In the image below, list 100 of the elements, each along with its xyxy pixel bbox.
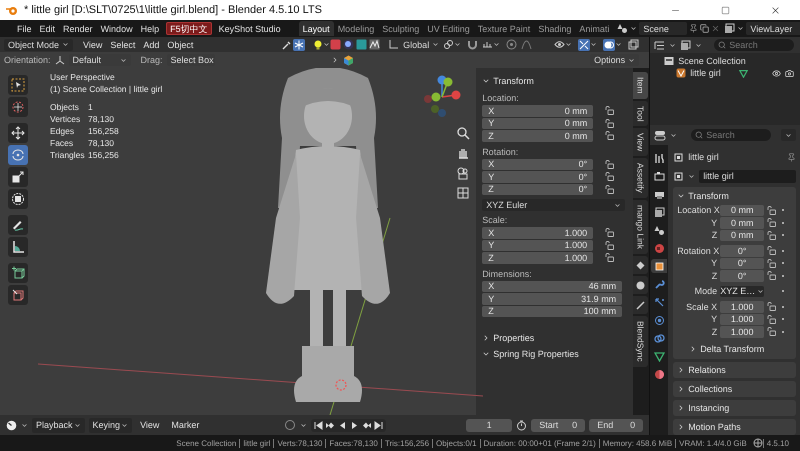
- chevron-right-icon[interactable]: [677, 366, 686, 374]
- number-field[interactable]: X 46 mm: [482, 280, 622, 292]
- tool-button[interactable]: [8, 189, 28, 209]
- chevron-down-icon[interactable]: [482, 350, 490, 358]
- workspace-tab[interactable]: Animati: [575, 21, 614, 36]
- orientation-dropdown[interactable]: Global: [399, 38, 444, 50]
- panel-title[interactable]: Spring Rig Properties: [493, 349, 579, 359]
- drag-dropdown[interactable]: Select Box: [166, 54, 215, 66]
- tool-button[interactable]: [8, 285, 28, 305]
- chevron-right-icon[interactable]: [482, 334, 490, 342]
- workspace-tab[interactable]: UV Editing: [423, 21, 474, 36]
- menu-item[interactable]: Render: [59, 21, 97, 36]
- unlocked-padlock-icon[interactable]: [605, 106, 614, 116]
- number-field[interactable]: X 0°: [482, 158, 594, 170]
- snowflake-icon[interactable]: [293, 38, 306, 50]
- workspace-tab[interactable]: Layout: [298, 21, 334, 36]
- chevron-right-icon[interactable]: [689, 345, 698, 353]
- overlay-toggle-icon[interactable]: [603, 38, 616, 50]
- stopwatch-icon[interactable]: [516, 420, 528, 430]
- end-frame-field[interactable]: End 0: [589, 418, 644, 432]
- number-field[interactable]: 0°: [720, 270, 764, 282]
- number-field[interactable]: X 1.000: [482, 227, 594, 238]
- frame-field[interactable]: 1: [466, 418, 512, 432]
- jump-start-icon[interactable]: [312, 420, 324, 430]
- pin-icon[interactable]: [787, 152, 796, 162]
- scene-shapes-icon[interactable]: [617, 23, 628, 34]
- number-field[interactable]: 0 mm: [720, 204, 764, 216]
- number-field[interactable]: 0 mm: [720, 217, 764, 228]
- mode-dropdown[interactable]: Object Mode: [4, 38, 74, 50]
- unlocked-padlock-icon[interactable]: [605, 228, 614, 238]
- zoom-icon[interactable]: [456, 126, 470, 140]
- number-field[interactable]: 0 mm: [720, 230, 764, 241]
- magnet-icon[interactable]: [467, 39, 478, 50]
- rotation-mode-dropdown[interactable]: XYZ Euler: [482, 199, 626, 211]
- number-field[interactable]: Z 1.000: [482, 252, 594, 264]
- search-field[interactable]: Search: [714, 39, 794, 51]
- number-field[interactable]: 0°: [720, 245, 764, 256]
- menu-item[interactable]: Edit: [36, 21, 60, 36]
- unlocked-padlock-icon[interactable]: [767, 314, 776, 324]
- number-field[interactable]: Y 0°: [482, 171, 594, 182]
- panel-title[interactable]: Properties: [493, 333, 534, 343]
- menu-item[interactable]: File: [13, 21, 36, 36]
- keyframe-dot-icon[interactable]: [782, 250, 784, 252]
- menu-item[interactable]: Help: [136, 21, 164, 36]
- workspace-tab[interactable]: Sculpting: [378, 21, 424, 36]
- keyframe-dot-icon[interactable]: [782, 274, 784, 277]
- unlocked-padlock-icon[interactable]: [767, 327, 776, 336]
- tool-button[interactable]: [8, 145, 28, 165]
- previous-keyframe-icon[interactable]: [324, 420, 336, 430]
- menu-item[interactable]: View: [136, 418, 164, 432]
- unlocked-padlock-icon[interactable]: [767, 258, 776, 268]
- image-stack-icon[interactable]: [724, 23, 736, 34]
- gizmo-toggle-icon[interactable]: [578, 38, 590, 50]
- unlocked-padlock-icon[interactable]: [767, 206, 776, 215]
- chevron-right-icon[interactable]: [677, 404, 686, 412]
- sidebar-tab[interactable]: Assetify: [633, 158, 648, 198]
- number-field[interactable]: Y 1.000: [482, 240, 594, 251]
- keyframe-dot-icon[interactable]: [782, 318, 784, 320]
- menu-item[interactable]: Object: [163, 37, 198, 52]
- panel-title[interactable]: Delta Transform: [700, 344, 764, 354]
- number-field[interactable]: 0°: [720, 258, 764, 269]
- menu-item[interactable]: View: [79, 37, 106, 52]
- unlocked-padlock-icon[interactable]: [605, 253, 614, 262]
- square-tile-icon[interactable]: [330, 39, 342, 50]
- camera-icon[interactable]: [785, 68, 794, 78]
- clock-icon[interactable]: [6, 420, 17, 430]
- panel-title[interactable]: Motion Paths: [688, 422, 741, 432]
- chevron-right-icon[interactable]: [677, 384, 686, 392]
- editor-type-icon[interactable]: [654, 130, 666, 140]
- keyframe-dot-icon[interactable]: [782, 222, 784, 224]
- unlocked-padlock-icon[interactable]: [767, 218, 776, 228]
- camera-icon[interactable]: [456, 166, 470, 180]
- search-field[interactable]: Search: [691, 129, 772, 141]
- sphere-icon[interactable]: [343, 39, 354, 50]
- unlocked-padlock-icon[interactable]: [767, 302, 776, 312]
- eye-icon[interactable]: [554, 39, 566, 50]
- hand-icon[interactable]: [456, 146, 470, 160]
- xray-toggle-icon[interactable]: [628, 39, 640, 50]
- sphere-tab-icon[interactable]: [633, 276, 648, 294]
- number-field[interactable]: Z 0 mm: [482, 130, 594, 142]
- plugin-tile-icon[interactable]: [356, 39, 368, 50]
- gem-tab-icon[interactable]: [633, 256, 648, 274]
- unlocked-padlock-icon[interactable]: [605, 160, 614, 169]
- orientation-dropdown[interactable]: Default: [68, 54, 131, 66]
- chart-tile-icon[interactable]: [369, 39, 380, 50]
- pin-icon[interactable]: [689, 24, 698, 33]
- unlocked-padlock-icon[interactable]: [605, 184, 614, 194]
- menu-item[interactable]: KeyShot Studio: [214, 21, 285, 36]
- object-square-icon[interactable]: [673, 170, 684, 182]
- lightbulb-icon[interactable]: [313, 40, 324, 50]
- unlocked-padlock-icon[interactable]: [605, 172, 614, 182]
- keyframe-dot-icon[interactable]: [782, 290, 784, 292]
- scene-field[interactable]: Scene: [639, 22, 688, 35]
- image-stack-icon[interactable]: [680, 40, 692, 50]
- number-field[interactable]: Y 0 mm: [482, 118, 594, 129]
- menu-item[interactable]: Select: [106, 37, 140, 52]
- list-filter-icon[interactable]: [654, 40, 666, 50]
- proportional-edit-icon[interactable]: [506, 39, 518, 50]
- tool-button[interactable]: [8, 215, 28, 235]
- tool-button[interactable]: [8, 123, 28, 143]
